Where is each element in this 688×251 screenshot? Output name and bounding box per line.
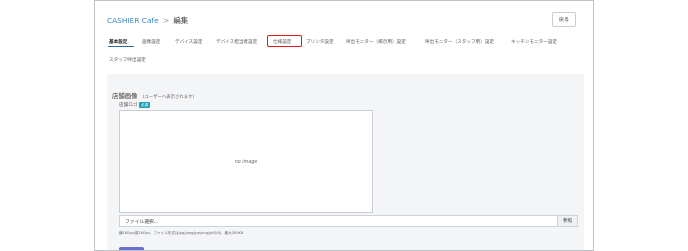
submit-button[interactable] bbox=[119, 247, 144, 250]
active-tab-indicator bbox=[108, 46, 134, 48]
logo-preview: no image bbox=[119, 110, 373, 213]
file-requirements-hint: 横180px/縦180px、ファイル形式はjpg/jpeg/jpe/png/gi… bbox=[119, 231, 244, 235]
no-image-placeholder: no image bbox=[234, 160, 258, 165]
page-title: 編集 bbox=[173, 15, 189, 25]
store-image-panel: 店舗画像 (ユーザーへ表示されます) 店舗ロゴ 必須 no image ファイル… bbox=[107, 74, 584, 250]
breadcrumb-app-link[interactable]: CASHIER Cafe bbox=[107, 16, 159, 25]
tab-call-monitor-staff-settings[interactable]: 呼出モニター（スタッフ用）設定 bbox=[425, 39, 494, 45]
tab-call-monitor-display-settings[interactable]: 呼出モニター（掲示用）設定 bbox=[346, 39, 406, 45]
chevron-right-icon: > bbox=[162, 15, 170, 25]
tab-printer-settings[interactable]: プリンタ設定 bbox=[306, 39, 334, 45]
breadcrumb: CASHIER Cafe > 編集 bbox=[107, 14, 188, 26]
tab-device-settings[interactable]: デバイス設定 bbox=[175, 39, 202, 45]
section-heading: 店舗画像 (ユーザーへ表示されます) bbox=[112, 83, 194, 102]
logo-label-text: 店舗ロゴ bbox=[119, 103, 138, 108]
tab-image-settings[interactable]: 画像設定 bbox=[142, 39, 160, 45]
tab-kitchen-monitor-settings[interactable]: キッチンモニター設定 bbox=[511, 39, 557, 45]
tab-basic-settings[interactable]: 基本設定 bbox=[109, 39, 127, 45]
tab-spec-settings[interactable]: 仕様設定 bbox=[273, 39, 291, 45]
section-subtitle: (ユーザーへ表示されます) bbox=[142, 95, 195, 100]
section-title: 店舗画像 bbox=[112, 92, 138, 100]
tab-device-staff-settings[interactable]: デバイス担当者設定 bbox=[216, 39, 257, 45]
file-select-input[interactable]: ファイル選択... bbox=[120, 216, 557, 226]
required-badge: 必須 bbox=[139, 102, 150, 108]
logo-field-label: 店舗ロゴ 必須 bbox=[119, 102, 150, 108]
tab-staff-call-settings[interactable]: スタッフ呼出設定 bbox=[109, 57, 146, 63]
file-upload-field: ファイル選択... 参照 bbox=[119, 215, 578, 227]
back-button[interactable]: 戻る bbox=[552, 12, 576, 27]
app-window: CASHIER Cafe > 編集 戻る 基本設定 画像設定 デバイス設定 デバ… bbox=[94, 0, 594, 251]
browse-button[interactable]: 参照 bbox=[557, 216, 577, 226]
